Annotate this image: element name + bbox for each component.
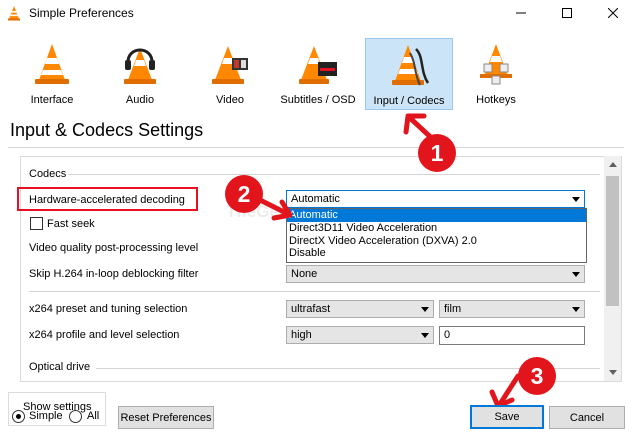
tab-input-codecs[interactable]: Input / Codecs bbox=[365, 38, 453, 110]
chevron-down-icon bbox=[572, 197, 580, 202]
tab-hotkeys[interactable]: Hotkeys bbox=[452, 38, 540, 110]
vq-post-label: Video quality post-processing level bbox=[29, 242, 199, 254]
codecs-separator bbox=[29, 291, 600, 292]
reset-preferences-button[interactable]: Reset Preferences bbox=[118, 406, 214, 429]
skip-h264-value: None bbox=[291, 268, 318, 280]
hw-option-automatic[interactable]: Automatic bbox=[287, 209, 586, 222]
tab-interface[interactable]: Interface bbox=[8, 38, 96, 110]
minimize-icon bbox=[516, 12, 526, 14]
x264-preset-select[interactable]: ultrafast bbox=[286, 300, 434, 318]
window-title: Simple Preferences bbox=[29, 6, 134, 20]
vlc-app-icon bbox=[8, 6, 20, 21]
scroll-up-arrow[interactable] bbox=[604, 156, 621, 173]
x264-preset-value: ultrafast bbox=[291, 303, 331, 315]
tab-video[interactable]: Video bbox=[186, 38, 274, 110]
bottom-bar: Show settings Simple All Reset Preferenc… bbox=[0, 384, 632, 433]
x264-preset-label: x264 preset and tuning selection bbox=[29, 303, 188, 315]
x264-tuning-select[interactable]: film bbox=[439, 300, 585, 318]
tab-audio[interactable]: Audio bbox=[96, 38, 184, 110]
tab-audio-label: Audio bbox=[125, 94, 155, 106]
maximize-button[interactable] bbox=[544, 0, 590, 26]
codecs-group-line bbox=[68, 174, 600, 175]
chevron-down-icon bbox=[421, 307, 429, 312]
tab-subtitles-osd[interactable]: Subtitles / OSD bbox=[274, 38, 362, 110]
tab-interface-label: Interface bbox=[30, 94, 74, 106]
skip-h264-select[interactable]: None bbox=[286, 265, 585, 283]
x264-profile-value: high bbox=[291, 329, 312, 341]
simple-radio-label: Simple bbox=[29, 410, 63, 422]
all-radio[interactable] bbox=[69, 410, 82, 423]
highlight-box bbox=[17, 187, 198, 211]
tab-subtitles-osd-label: Subtitles / OSD bbox=[280, 94, 356, 106]
scroll-down-arrow[interactable] bbox=[604, 364, 621, 381]
minimize-button[interactable] bbox=[498, 0, 544, 26]
x264-profile-select[interactable]: high bbox=[286, 326, 434, 344]
close-button[interactable] bbox=[590, 0, 632, 26]
hw-option-d3d11[interactable]: Direct3D11 Video Acceleration bbox=[287, 222, 586, 235]
fast-seek-checkbox[interactable] bbox=[30, 217, 43, 230]
cable-cone-icon bbox=[392, 45, 430, 86]
preferences-toolbar: Interface Audio Video Subtitles / OSD In… bbox=[0, 34, 632, 114]
hw-option-disable[interactable]: Disable bbox=[287, 247, 586, 260]
settings-scrollbar[interactable] bbox=[604, 156, 621, 381]
keyboard-cone-icon bbox=[480, 44, 512, 85]
vlc-cone-icon bbox=[35, 44, 69, 84]
tab-video-label: Video bbox=[216, 94, 244, 106]
tab-hotkeys-label: Hotkeys bbox=[476, 94, 516, 106]
skip-h264-label: Skip H.264 in-loop deblocking filter bbox=[29, 268, 199, 280]
hw-option-dxva2[interactable]: DirectX Video Acceleration (DXVA) 2.0 bbox=[287, 235, 586, 248]
cancel-button[interactable]: Cancel bbox=[549, 406, 625, 429]
chevron-down-icon bbox=[572, 307, 580, 312]
fast-seek-label: Fast seek bbox=[47, 218, 95, 230]
close-icon bbox=[608, 8, 618, 18]
display-cone-icon bbox=[299, 46, 337, 84]
tab-input-codecs-label: Input / Codecs bbox=[373, 95, 445, 107]
x264-tuning-value: film bbox=[444, 303, 462, 315]
heading-divider bbox=[8, 147, 624, 148]
hw-decoding-dropdown-list: Automatic Direct3D11 Video Acceleration … bbox=[286, 208, 587, 263]
step-badge-2: 2 bbox=[225, 175, 263, 213]
simple-radio[interactable] bbox=[12, 410, 25, 423]
headphones-cone-icon bbox=[124, 48, 156, 84]
codecs-group-label: Codecs bbox=[29, 168, 67, 180]
scroll-thumb[interactable] bbox=[606, 176, 619, 306]
chevron-down-icon bbox=[421, 333, 429, 338]
save-button[interactable]: Save bbox=[470, 405, 544, 429]
x264-profile-label: x264 profile and level selection bbox=[29, 329, 180, 341]
page-title: Input & Codecs Settings bbox=[10, 120, 204, 140]
optical-group-label: Optical drive bbox=[29, 361, 91, 373]
x264-level-input[interactable]: 0 bbox=[439, 326, 585, 345]
chevron-up-icon bbox=[608, 162, 617, 167]
chevron-down-icon bbox=[572, 272, 580, 277]
film-cone-icon bbox=[212, 46, 248, 84]
chevron-down-icon bbox=[608, 370, 617, 375]
all-radio-label: All bbox=[87, 410, 100, 422]
maximize-icon bbox=[562, 8, 572, 18]
title-bar: Simple Preferences bbox=[0, 0, 632, 26]
step-badge-1: 1 bbox=[418, 134, 456, 172]
